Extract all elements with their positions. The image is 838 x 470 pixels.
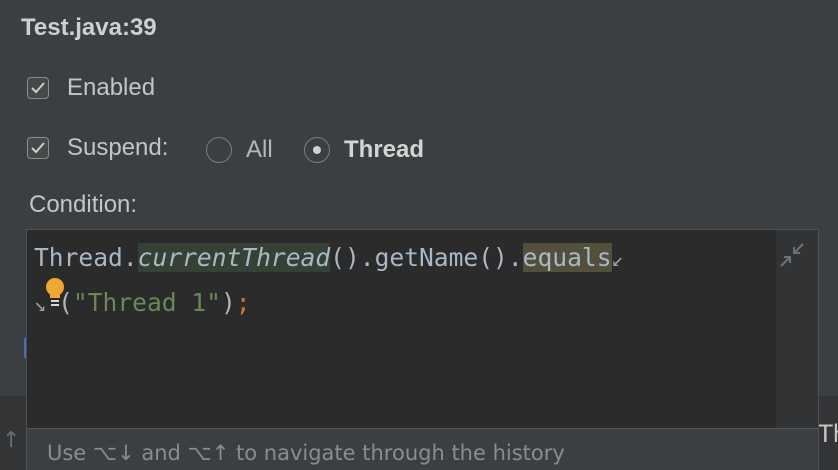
history-hint-text: Use ⌥↓ and ⌥↑ to navigate through the hi…	[47, 441, 565, 465]
suspend-all-radio[interactable]	[206, 137, 232, 163]
code-token-method: currentThread	[137, 243, 331, 272]
suspend-checkbox[interactable]	[27, 137, 49, 159]
lightbulb-icon[interactable]	[44, 277, 66, 309]
enabled-checkbox[interactable]	[27, 77, 49, 99]
code-token-keyword: ;	[235, 288, 251, 317]
enabled-label: Enabled	[67, 74, 156, 101]
dialog-title: Test.java:39	[21, 14, 157, 41]
radio-selected-dot	[313, 146, 321, 154]
code-token-method: equals	[522, 243, 612, 272]
code-token: )	[220, 288, 236, 317]
code-token: ().getName().	[330, 243, 523, 272]
suspend-thread-radio-group: Thread	[304, 136, 424, 164]
collapse-icon[interactable]	[779, 242, 805, 268]
soft-wrap-icon: ↙	[611, 247, 624, 271]
suspend-row: Suspend:	[27, 134, 168, 162]
history-hint-bar: Use ⌥↓ and ⌥↑ to navigate through the hi…	[27, 428, 818, 470]
checkmark-icon	[31, 142, 45, 154]
condition-code[interactable]: Thread.currentThread().getName().equals↙…	[34, 236, 624, 326]
code-token-string: "Thread 1"	[72, 288, 221, 317]
condition-label: Condition:	[29, 191, 138, 218]
suspend-label: Suspend:	[67, 134, 169, 161]
checkmark-icon	[31, 82, 45, 94]
suspend-thread-radio[interactable]	[304, 137, 330, 163]
code-token: Thread.	[34, 243, 138, 272]
clipped-text: Th	[818, 420, 838, 448]
enabled-row: Enabled	[27, 74, 155, 102]
suspend-all-radio-group: All	[206, 136, 273, 164]
suspend-thread-label[interactable]: Thread	[344, 136, 424, 164]
clipped-arrow-icon: ↑	[2, 428, 21, 453]
suspend-all-label[interactable]: All	[246, 136, 273, 164]
